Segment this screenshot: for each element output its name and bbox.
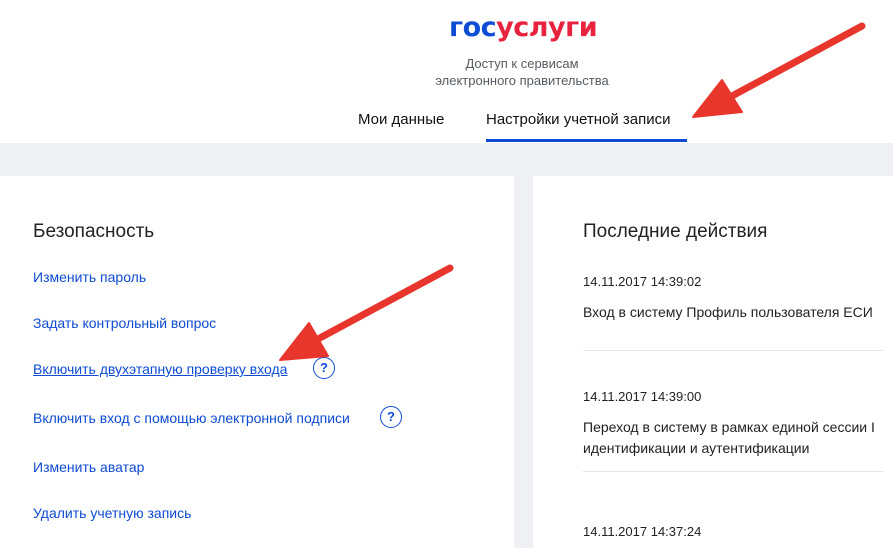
enable-esignature-login-link[interactable]: Включить вход с помощью электронной подп…: [33, 409, 350, 427]
event-divider: [583, 350, 883, 351]
gosuslugi-logo[interactable]: госуслуги: [449, 12, 598, 44]
site-header: госуслуги Доступ к сервисам электронного…: [0, 0, 893, 143]
logo-part-uslugi: услуги: [496, 12, 598, 43]
recent-actions-card: Последние действия 14.11.2017 14:39:02 В…: [533, 176, 893, 548]
change-avatar-link[interactable]: Изменить аватар: [33, 458, 144, 476]
event-description: Вход в систему Профиль пользователя ЕСИ: [583, 304, 873, 320]
change-password-link[interactable]: Изменить пароль: [33, 268, 146, 286]
tagline-line-1: Доступ к сервисам: [465, 56, 579, 71]
active-tab-indicator: [486, 139, 687, 142]
event-description: Переход в систему в рамках единой сессии…: [583, 419, 875, 435]
enable-two-step-verification-link[interactable]: Включить двухэтапную проверку входа: [33, 360, 287, 378]
security-title: Безопасность: [33, 221, 155, 242]
help-circle-icon[interactable]: ?: [313, 357, 335, 379]
set-security-question-link[interactable]: Задать контрольный вопрос: [33, 314, 216, 332]
tagline-line-2: электронного правительства: [435, 73, 609, 88]
event-timestamp: 14.11.2017 14:39:00: [583, 389, 702, 404]
event-timestamp: 14.11.2017 14:39:02: [583, 274, 702, 289]
event-timestamp: 14.11.2017 14:37:24: [583, 524, 702, 539]
logo-part-gos: гос: [449, 12, 497, 43]
event-divider: [583, 471, 883, 472]
delete-account-link[interactable]: Удалить учетную запись: [33, 504, 191, 522]
tab-account-settings[interactable]: Настройки учетной записи: [486, 111, 671, 129]
recent-actions-title: Последние действия: [583, 221, 768, 242]
security-card: Безопасность Изменить пароль Задать конт…: [0, 176, 514, 548]
tab-my-data[interactable]: Мои данные: [358, 111, 444, 129]
help-circle-icon[interactable]: ?: [380, 406, 402, 428]
event-description: идентификации и аутентификации: [583, 440, 810, 456]
